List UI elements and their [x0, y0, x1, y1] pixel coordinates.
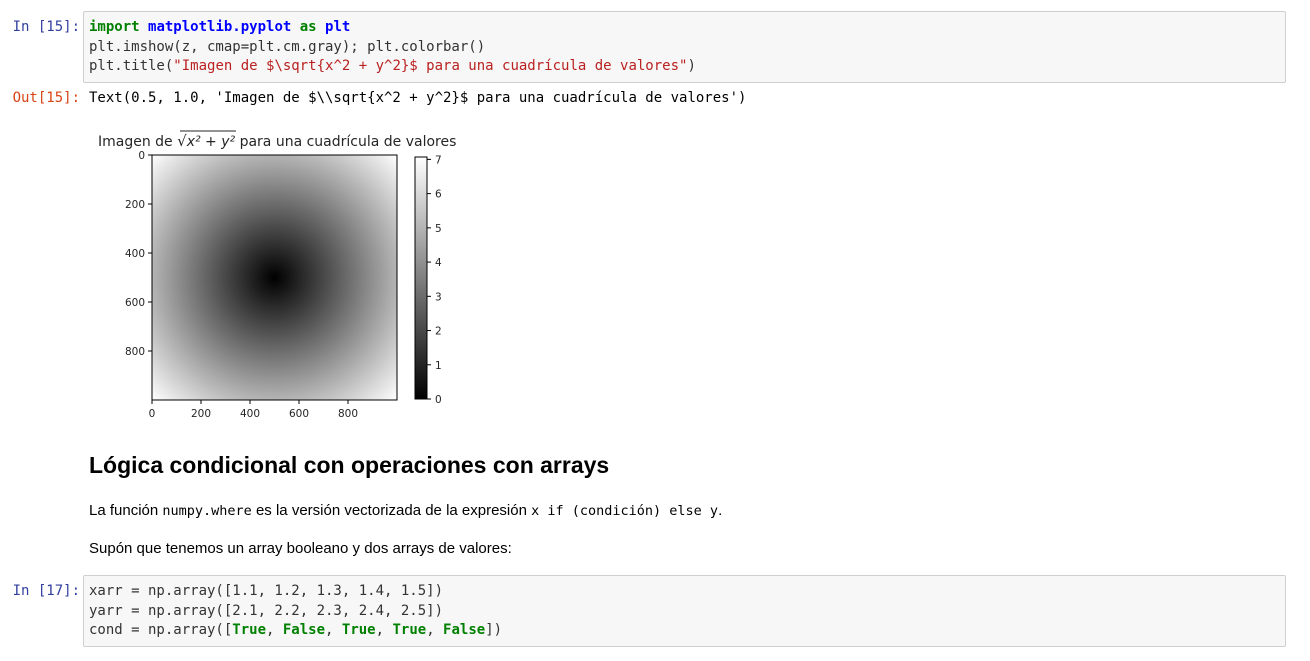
y-tick-label: 400: [125, 248, 145, 260]
x-tick-label: 800: [338, 408, 358, 420]
chart-title: Imagen de √x² + y² para una cuadrícula d…: [98, 132, 456, 150]
colorbar: [415, 157, 427, 399]
paragraph-intro: Supón que tenemos un array booleano y do…: [89, 540, 512, 557]
keyword-as: as: [299, 19, 317, 35]
section-heading: Lógica condicional con operaciones con a…: [89, 452, 610, 478]
bool-literal: True: [341, 622, 376, 638]
colorbar-tick-label: 4: [435, 257, 442, 269]
code-line: yarr = np.array([2.1, 2.2, 2.3, 2.4, 2.5…: [89, 602, 444, 619]
y-tick-label: 800: [125, 346, 145, 358]
heatmap-image: [152, 155, 397, 400]
text: .: [718, 502, 723, 519]
output-text: Text(0.5, 1.0, 'Imagen de $\\sqrt{x^2 + …: [89, 90, 747, 106]
code-line: plt.imshow(z, cmap=plt.cm.gray); plt.col…: [89, 38, 486, 55]
y-axis-ticks: 0 200 400 600 800: [125, 150, 152, 358]
sqrt-symbol: √: [177, 132, 187, 150]
text: es la versión vectorizada de la expresió…: [251, 502, 532, 519]
inline-code: numpy.where: [162, 503, 252, 519]
code-line: cond = np.array([True, False, True, True…: [89, 622, 503, 638]
code-cell-input[interactable]: xarr = np.array([1.1, 1.2, 1.3, 1.4, 1.5…: [83, 575, 1286, 647]
module-name: matplotlib.pyplot: [148, 19, 292, 35]
keyword-import: import: [89, 19, 140, 35]
code-cell-input[interactable]: import matplotlib.pyplot as plt plt.imsh…: [83, 11, 1286, 83]
sqrt-expression: x² + y²: [186, 134, 236, 150]
x-tick-label: 0: [149, 408, 156, 420]
colorbar-tick-label: 5: [435, 223, 442, 235]
colorbar-tick-label: 1: [435, 360, 442, 372]
input-prompt: In [15]:: [12, 19, 80, 35]
heatmap-figure: Imagen de √x² + y² para una cuadrícula d…: [98, 130, 456, 420]
bool-literal: True: [232, 622, 267, 638]
code-string: "Imagen de $\sqrt{x^2 + y^2}$ para una c…: [173, 58, 688, 74]
colorbar-tick-label: 7: [435, 154, 442, 166]
code-line: plt.title("Imagen de $\sqrt{x^2 + y^2}$ …: [89, 57, 1285, 77]
module-alias: plt: [325, 19, 351, 35]
input-prompt: In [17]:: [12, 583, 80, 599]
y-tick-label: 0: [138, 150, 145, 162]
code-text: plt.title(: [89, 58, 174, 74]
code-line: import matplotlib.pyplot as plt: [89, 18, 1285, 38]
colorbar-ticks: 0 1 2 3 4 5 6 7: [427, 154, 442, 406]
y-tick-label: 600: [125, 297, 145, 309]
colorbar-tick-label: 3: [435, 291, 442, 303]
code-text: ): [687, 58, 696, 74]
paragraph-numpy-where: La función numpy.where es la versión vec…: [89, 502, 722, 519]
bool-literal: False: [282, 622, 326, 638]
text: La función: [89, 502, 163, 519]
x-tick-label: 400: [240, 408, 260, 420]
code-line: xarr = np.array([1.1, 1.2, 1.3, 1.4, 1.5…: [89, 583, 444, 599]
x-axis-ticks: 0 200 400 600 800: [149, 400, 358, 420]
inline-code: x if (condición) else y: [531, 503, 719, 519]
x-tick-label: 200: [191, 408, 211, 420]
output-prompt: Out[15]:: [12, 90, 80, 106]
bool-literal: True: [392, 622, 427, 638]
y-tick-label: 200: [125, 199, 145, 211]
colorbar-tick-label: 2: [435, 326, 442, 338]
bool-literal: False: [443, 622, 486, 638]
x-tick-label: 600: [289, 408, 309, 420]
colorbar-tick-label: 0: [435, 394, 442, 406]
colorbar-tick-label: 6: [435, 189, 442, 201]
